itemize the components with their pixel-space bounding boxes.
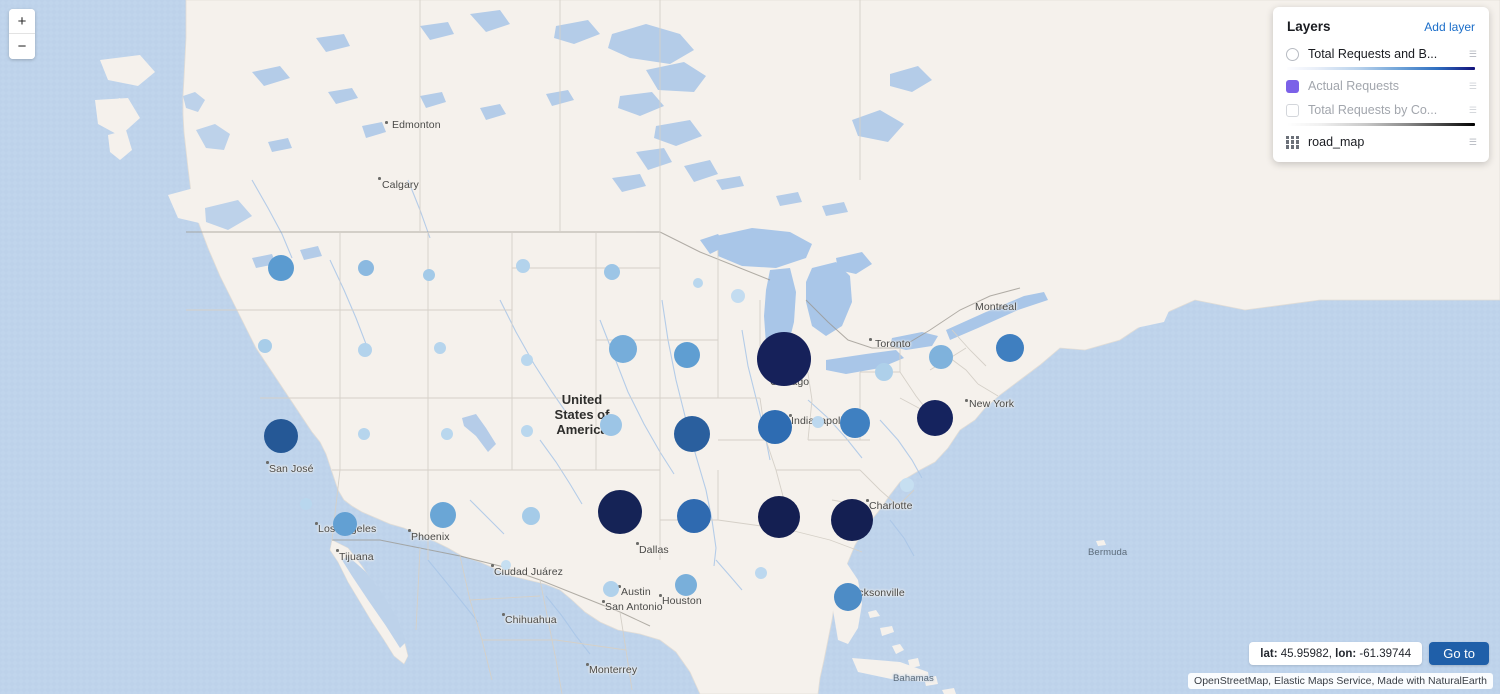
data-circle[interactable]: [609, 335, 637, 363]
data-circle[interactable]: [758, 496, 800, 538]
layers-panel[interactable]: Layers Add layer Total Requests and B...…: [1273, 7, 1489, 162]
lon-label: lon:: [1335, 647, 1357, 660]
data-circle[interactable]: [358, 260, 374, 276]
layers-panel-title: Layers: [1287, 19, 1331, 34]
data-circle[interactable]: [358, 343, 372, 357]
layer-label: Actual Requests: [1308, 79, 1400, 93]
layer-row[interactable]: Actual Requests ☰: [1273, 74, 1489, 98]
drag-handle-icon[interactable]: ☰: [1469, 105, 1477, 115]
data-circle[interactable]: [333, 512, 357, 536]
layer-label: Total Requests by Co...: [1308, 103, 1438, 117]
data-circle[interactable]: [693, 278, 703, 288]
data-circle[interactable]: [757, 332, 811, 386]
tile-grid-cell: [1290, 135, 1295, 139]
data-circle[interactable]: [522, 507, 540, 525]
layer-row[interactable]: Total Requests and B... ☰: [1273, 42, 1489, 66]
lat-value: 45.95982,: [1280, 647, 1332, 660]
layer-gradient-legend: [1287, 123, 1475, 126]
data-circle[interactable]: [300, 498, 312, 510]
data-circle[interactable]: [900, 478, 914, 492]
data-circle[interactable]: [600, 414, 622, 436]
data-circle[interactable]: [755, 567, 767, 579]
tile-grid-cell: [1295, 145, 1299, 149]
data-circle[interactable]: [441, 428, 453, 440]
layer-gradient-legend: [1287, 67, 1475, 70]
drag-handle-icon[interactable]: ☰: [1469, 49, 1477, 59]
data-circle[interactable]: [423, 269, 435, 281]
zoom-out-button[interactable]: −: [9, 34, 35, 59]
tile-grid-cell: [1290, 145, 1295, 149]
drag-handle-icon[interactable]: ☰: [1469, 137, 1477, 147]
data-circle[interactable]: [812, 416, 824, 428]
data-circle[interactable]: [264, 419, 298, 453]
data-circle[interactable]: [675, 574, 697, 596]
data-circle[interactable]: [840, 408, 870, 438]
data-circle[interactable]: [674, 416, 710, 452]
layers-panel-header: Layers Add layer: [1273, 7, 1489, 42]
data-circle[interactable]: [501, 560, 511, 570]
layer-label: Total Requests and B...: [1308, 47, 1438, 61]
data-circle[interactable]: [834, 583, 862, 611]
add-layer-button[interactable]: Add layer: [1424, 20, 1475, 34]
coordinate-readout[interactable]: lat: 45.95982, lon: -61.39744: [1249, 642, 1423, 665]
data-circle[interactable]: [516, 259, 530, 273]
tile-grid-icon[interactable]: [1286, 135, 1299, 149]
data-circle[interactable]: [268, 255, 294, 281]
tile-grid-cell: [1290, 140, 1295, 144]
circle-outline-icon[interactable]: [1286, 47, 1299, 61]
zoom-control[interactable]: + −: [9, 9, 35, 59]
data-circle[interactable]: [831, 499, 873, 541]
data-circle[interactable]: [917, 400, 953, 436]
data-circle[interactable]: [758, 410, 792, 444]
data-circle[interactable]: [929, 345, 953, 369]
data-circle[interactable]: [677, 499, 711, 533]
drag-handle-icon[interactable]: ☰: [1469, 81, 1477, 91]
tile-grid-cell: [1286, 145, 1290, 149]
data-circle[interactable]: [358, 428, 370, 440]
data-circle[interactable]: [598, 490, 642, 534]
data-circle[interactable]: [674, 342, 700, 368]
tile-grid-cell: [1295, 135, 1299, 139]
data-circle[interactable]: [434, 342, 446, 354]
lon-value: -61.39744: [1359, 647, 1412, 660]
data-circle[interactable]: [603, 581, 619, 597]
purple-square-icon[interactable]: [1286, 79, 1299, 93]
data-circle[interactable]: [875, 363, 893, 381]
data-circle[interactable]: [996, 334, 1024, 362]
zoom-in-button[interactable]: +: [9, 9, 35, 34]
layer-list[interactable]: Total Requests and B... ☰ Actual Requests ☰…: [1273, 42, 1489, 154]
map-attribution: OpenStreetMap, Elastic Maps Service, Mad…: [1188, 673, 1493, 689]
lat-label: lat:: [1260, 647, 1278, 660]
data-circle[interactable]: [258, 339, 272, 353]
tile-grid-cell: [1286, 140, 1290, 144]
data-circle[interactable]: [430, 502, 456, 528]
data-circle[interactable]: [731, 289, 745, 303]
go-to-button[interactable]: Go to: [1429, 642, 1489, 665]
map-application: Edmonton Calgary Montreal Toronto New York Ch…: [0, 0, 1500, 694]
layer-label: road_map: [1308, 135, 1365, 149]
layer-row[interactable]: road_map ☰: [1273, 130, 1489, 154]
data-circle[interactable]: [604, 264, 620, 280]
coordinate-bar[interactable]: lat: 45.95982, lon: -61.39744 Go to: [1249, 642, 1489, 665]
tile-grid-cell: [1286, 135, 1290, 139]
layer-row[interactable]: Total Requests by Co... ☰: [1273, 98, 1489, 122]
square-outline-icon[interactable]: [1286, 103, 1299, 117]
tile-grid-cell: [1295, 140, 1299, 144]
data-circle[interactable]: [521, 354, 533, 366]
data-circle[interactable]: [521, 425, 533, 437]
